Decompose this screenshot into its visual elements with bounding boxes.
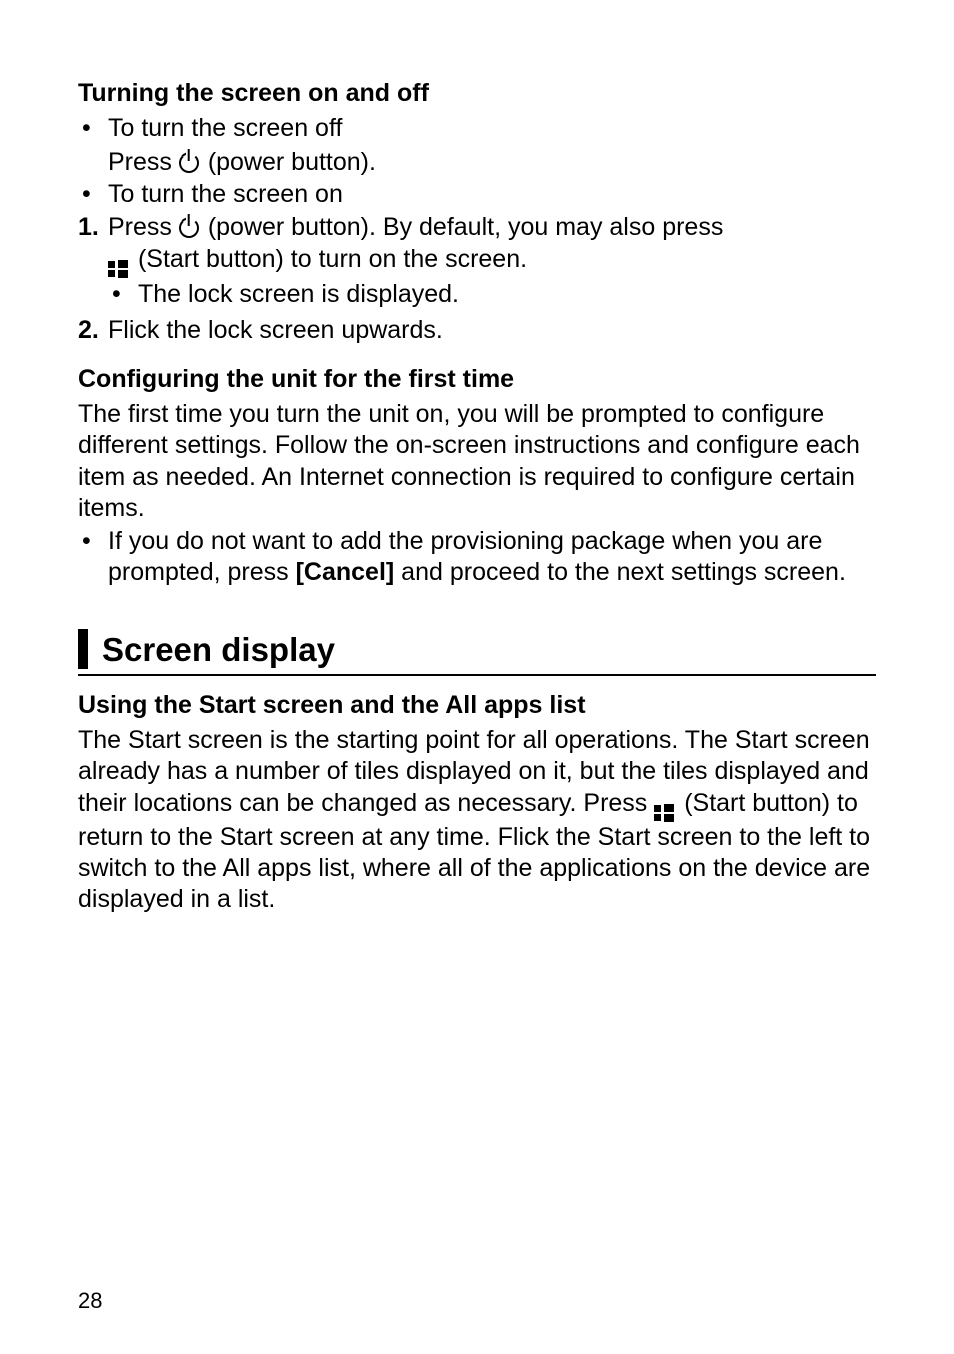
nested-text: The lock screen is displayed. <box>138 279 876 310</box>
section-title-screen-display: Screen display <box>78 629 876 676</box>
bullet-marker: • <box>108 279 138 310</box>
heading-using-start: Using the Start screen and the All apps … <box>78 690 876 721</box>
power-icon <box>179 218 199 238</box>
bullet-screen-off: • To turn the screen off <box>78 113 876 144</box>
step-2-text: Flick the lock screen upwards. <box>108 315 876 346</box>
configuring-paragraph: The first time you turn the unit on, you… <box>78 399 876 524</box>
bullet-screen-off-line2: Press (power button). <box>78 147 876 178</box>
text-press: Press <box>108 213 179 241</box>
nested-lock-screen: • The lock screen is displayed. <box>108 279 876 310</box>
page-number: 28 <box>78 1287 102 1315</box>
title-accent-bar <box>78 629 88 669</box>
text-power-default: (power button). By default, you may also… <box>208 213 724 241</box>
text-part-b: and proceed to the next settings screen. <box>394 558 846 586</box>
step-1-line1: Press (power button). By default, you ma… <box>108 212 876 243</box>
heading-configuring: Configuring the unit for the first time <box>78 364 876 395</box>
bullet-text: To turn the screen off <box>108 113 876 144</box>
bullet-marker: • <box>78 113 108 144</box>
start-icon <box>654 804 674 822</box>
power-icon <box>179 153 199 173</box>
text-start-button: (Start button) to turn on the screen. <box>138 245 527 273</box>
step-number: 1. <box>78 212 108 243</box>
cancel-label: [Cancel] <box>296 558 395 586</box>
bullet-text: To turn the screen on <box>108 179 876 210</box>
step-2: 2. Flick the lock screen upwards. <box>78 315 876 346</box>
start-icon <box>108 260 128 278</box>
text-power-button: (power button). <box>208 148 376 176</box>
start-screen-paragraph: The Start screen is the starting point f… <box>78 725 876 915</box>
step-1: 1. Press (power button). By default, you… <box>78 212 876 313</box>
text-press: Press <box>108 148 179 176</box>
bullet-provisioning-text: If you do not want to add the provisioni… <box>108 526 876 589</box>
bullet-marker: • <box>78 526 108 557</box>
bullet-provisioning: • If you do not want to add the provisio… <box>78 526 876 589</box>
heading-turning-screen: Turning the screen on and off <box>78 78 876 109</box>
step-1-line2: (Start button) to turn on the screen. <box>108 244 876 278</box>
step-number: 2. <box>78 315 108 346</box>
bullet-marker: • <box>78 179 108 210</box>
bullet-screen-on: • To turn the screen on <box>78 179 876 210</box>
title-text: Screen display <box>102 629 335 670</box>
